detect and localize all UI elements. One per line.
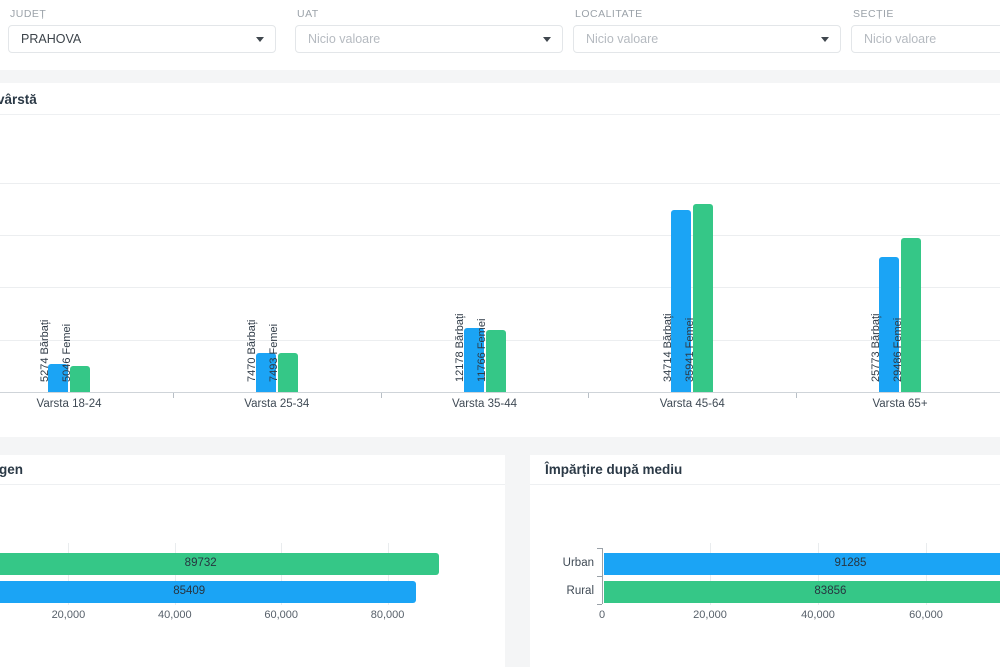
x-axis-tick-label: 80,000	[348, 609, 428, 621]
bar-value-label: 5046 Femei	[61, 292, 74, 382]
judet-selected-value: PRAHOVA	[21, 26, 81, 52]
gender-chart-title: gen	[0, 462, 23, 477]
card-header-divider	[0, 484, 505, 485]
chevron-down-icon	[256, 37, 264, 42]
y-axis-category-label: Urban	[536, 557, 594, 569]
bar-value-label: 35941 Femei	[684, 292, 697, 382]
filter-uat-label: UAT	[295, 8, 563, 20]
mediu-chart-card: Împărțire după mediu 0 20,000 40,000 60,000…	[530, 455, 1000, 667]
localitate-placeholder: Nicio valoare	[586, 26, 658, 52]
bar-value-label: 11766 Femei	[476, 292, 489, 382]
x-axis-tick-label: 0	[562, 609, 642, 621]
sectie-select[interactable]: Nicio valoare	[851, 25, 1000, 53]
x-axis-tick-label: 60,000	[241, 609, 321, 621]
bar-value-label: 25773 Bărbați	[870, 292, 883, 382]
bar-value-label: 91285	[810, 557, 890, 569]
gender-chart-card: gen 20,000 40,000 60,000 80,000 89732 85409	[0, 455, 505, 667]
gridline	[0, 287, 1000, 288]
judet-select[interactable]: PRAHOVA	[8, 25, 276, 53]
x-axis-tick	[173, 393, 174, 398]
y-axis-category-label: Rural	[536, 585, 594, 597]
filter-judet: JUDEȚ PRAHOVA	[8, 8, 276, 53]
y-axis-tick	[597, 604, 602, 605]
x-axis-tick-label: 20,000	[28, 609, 108, 621]
chevron-down-icon	[821, 37, 829, 42]
x-axis-line	[0, 392, 1000, 393]
bar-value-label: 7493 Femei	[268, 292, 281, 382]
chevron-down-icon	[543, 37, 551, 42]
filter-localitate-label: LOCALITATE	[573, 8, 841, 20]
gridline	[0, 183, 1000, 184]
bar-value-label: 85409	[149, 585, 229, 597]
filter-sectie: SECȚIE Nicio valoare	[851, 8, 1000, 53]
uat-placeholder: Nicio valoare	[308, 26, 380, 52]
filter-sectie-label: SECȚIE	[851, 8, 1000, 20]
filter-uat: UAT Nicio valoare	[295, 8, 563, 53]
bar-value-label: 7470 Bărbați	[246, 292, 259, 382]
x-axis-tick-label: 40,000	[778, 609, 858, 621]
card-header-divider	[0, 114, 1000, 115]
age-chart-title: vârstă	[0, 92, 37, 107]
x-axis-category-label: Varsta 25-34	[202, 398, 352, 410]
y-axis-line	[602, 548, 603, 604]
filter-localitate: LOCALITATE Nicio valoare	[573, 8, 841, 53]
mediu-chart-title: Împărțire după mediu	[545, 462, 682, 477]
uat-select[interactable]: Nicio valoare	[295, 25, 563, 53]
localitate-select[interactable]: Nicio valoare	[573, 25, 841, 53]
x-axis-tick-label: 60,000	[886, 609, 966, 621]
x-axis-category-label: Varsta 18-24	[0, 398, 144, 410]
x-axis-category-label: Varsta 35-44	[410, 398, 560, 410]
x-axis-tick	[796, 393, 797, 398]
x-axis-tick-label: 40,000	[135, 609, 215, 621]
bar-value-label: 83856	[790, 585, 870, 597]
gridline	[0, 235, 1000, 236]
x-axis-tick-label: 20,000	[670, 609, 750, 621]
y-axis-tick	[597, 576, 602, 577]
bar-value-label: 5274 Bărbați	[39, 292, 52, 382]
dashboard: JUDEȚ PRAHOVA UAT Nicio valoare LOCALITA…	[0, 0, 1000, 667]
x-axis-category-label: Varsta 65+	[825, 398, 975, 410]
x-axis-tick	[588, 393, 589, 398]
card-header-divider	[530, 484, 1000, 485]
bar-value-label: 29486 Femei	[892, 292, 905, 382]
bar-value-label: 89732	[161, 557, 241, 569]
x-axis-tick	[381, 393, 382, 398]
bar-value-label: 12178 Bărbați	[454, 292, 467, 382]
x-axis-category-label: Varsta 45-64	[617, 398, 767, 410]
bar-urban	[604, 553, 1000, 575]
sectie-placeholder: Nicio valoare	[864, 26, 936, 52]
filter-bar: JUDEȚ PRAHOVA UAT Nicio valoare LOCALITA…	[0, 0, 1000, 70]
age-chart-card: vârstă Varsta 18-24 5274 Bărbați 5046 Feme…	[0, 83, 1000, 437]
bar-value-label: 34714 Bărbați	[662, 292, 675, 382]
filter-judet-label: JUDEȚ	[8, 8, 276, 20]
y-axis-tick	[597, 548, 602, 549]
